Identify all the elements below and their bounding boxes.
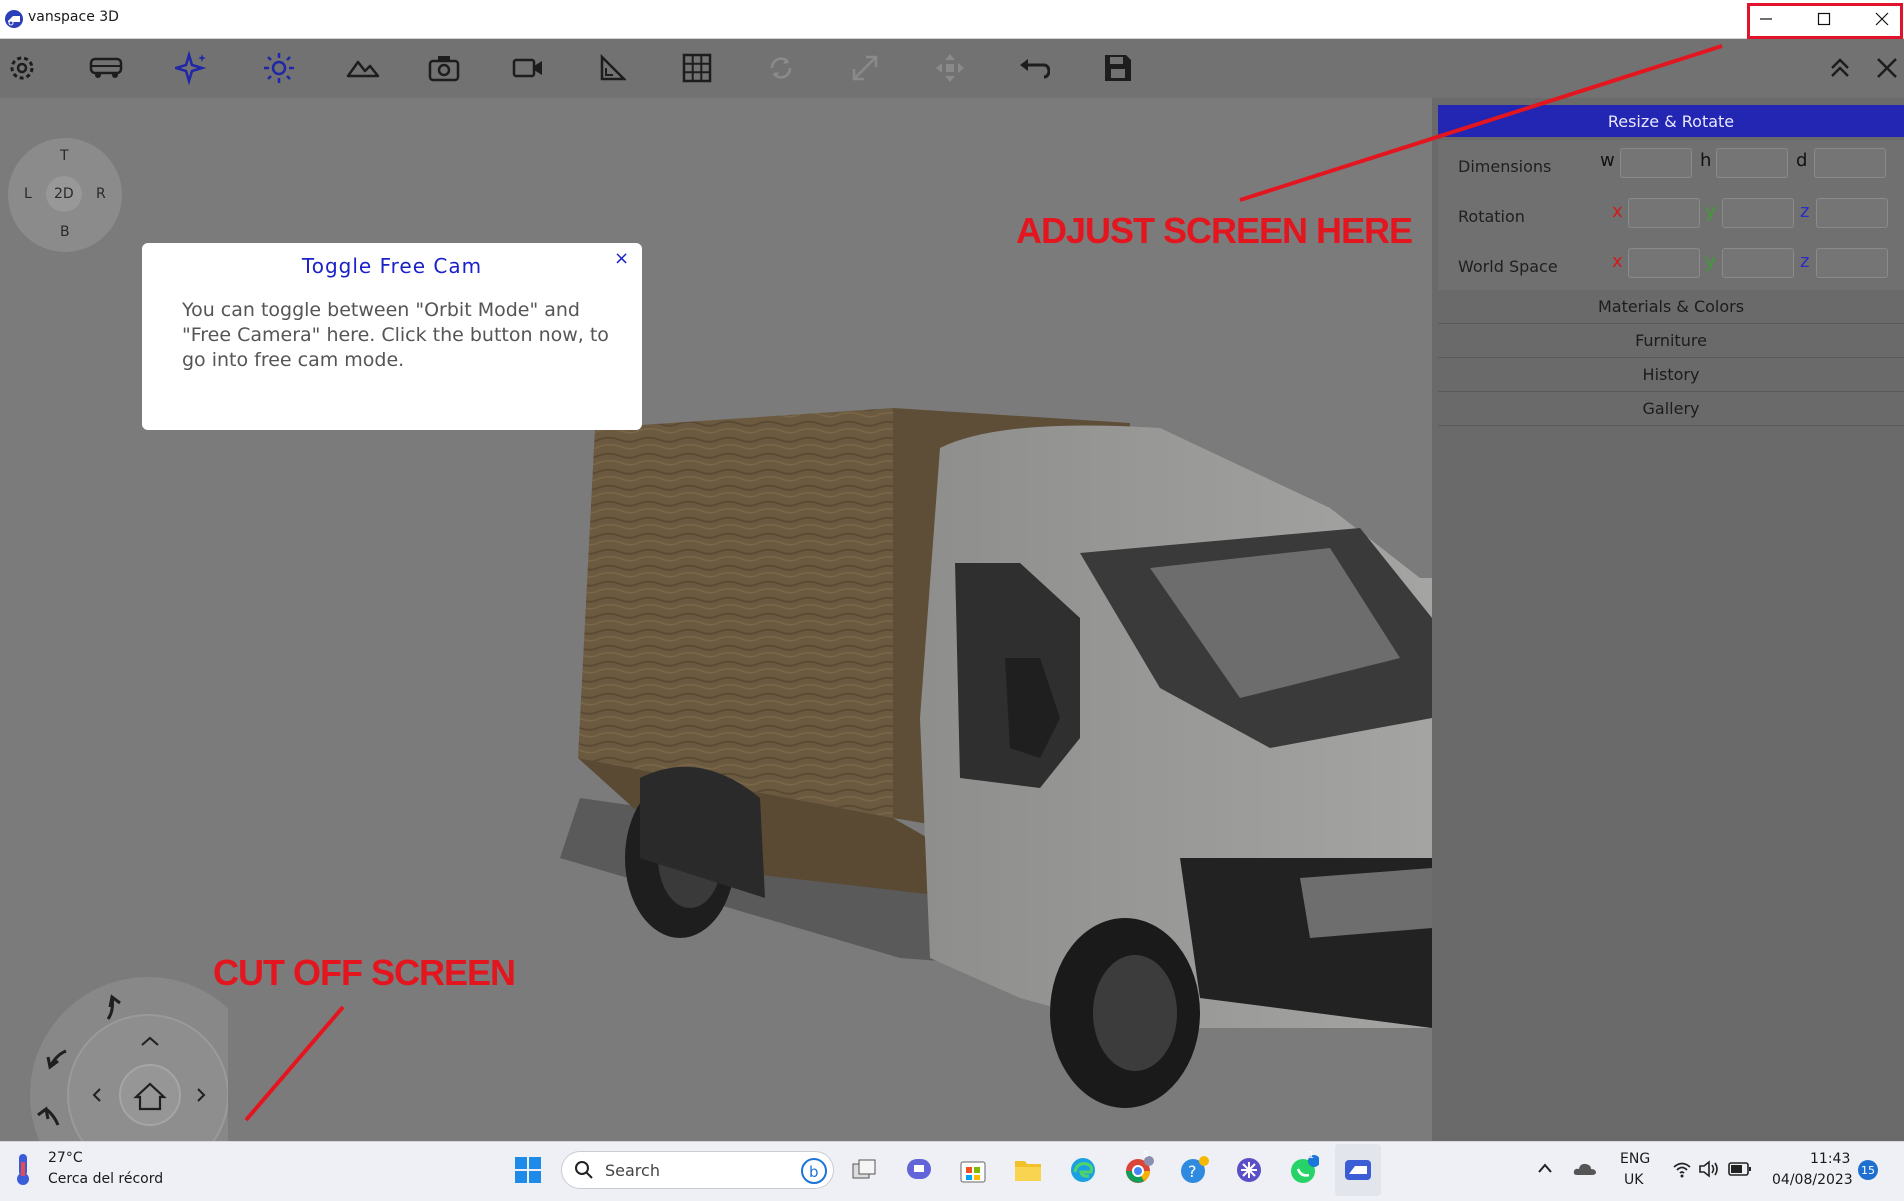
store-icon[interactable]: [953, 1150, 993, 1190]
help-icon[interactable]: ?: [1174, 1150, 1214, 1190]
file-explorer-icon[interactable]: [1008, 1150, 1048, 1190]
volume-icon[interactable]: [1698, 1160, 1720, 1182]
thermometer-icon[interactable]: [10, 1152, 36, 1190]
clock-date[interactable]: 04/08/2023: [1772, 1172, 1853, 1188]
region-label[interactable]: UK: [1624, 1172, 1643, 1188]
weather-temp[interactable]: 27°C: [48, 1150, 83, 1166]
search-placeholder: Search: [605, 1161, 660, 1180]
taskbar-search[interactable]: [561, 1151, 834, 1189]
vanspace-app-icon[interactable]: [1338, 1150, 1378, 1190]
edge-icon[interactable]: [1063, 1150, 1103, 1190]
clock-time[interactable]: 11:43: [1810, 1151, 1850, 1167]
teams-chat-icon[interactable]: [899, 1150, 939, 1190]
onedrive-icon[interactable]: [1572, 1160, 1598, 1182]
whatsapp-badge: 1: [1307, 1150, 1315, 1161]
chevron-up-icon[interactable]: [1536, 1160, 1554, 1182]
annotation-adjust-screen: ADJUST SCREEN HERE: [1016, 210, 1413, 251]
search-icon: [574, 1160, 594, 1184]
asterisk-app-icon[interactable]: [1229, 1150, 1269, 1190]
battery-icon[interactable]: [1728, 1161, 1752, 1181]
wifi-icon[interactable]: [1672, 1160, 1692, 1182]
taskbar: [0, 1141, 1904, 1201]
task-view-icon[interactable]: [844, 1150, 884, 1190]
svg-text:b: b: [809, 1163, 819, 1181]
start-icon[interactable]: [508, 1150, 548, 1190]
svg-text:?: ?: [1188, 1162, 1197, 1181]
chrome-icon[interactable]: [1119, 1150, 1159, 1190]
notification-badge[interactable]: 15: [1858, 1160, 1878, 1180]
weather-text[interactable]: Cerca del récord: [48, 1171, 163, 1187]
whatsapp-icon[interactable]: [1284, 1150, 1324, 1190]
bing-icon[interactable]: b: [800, 1157, 828, 1189]
annotation-lines: [244, 44, 1723, 1122]
annotation-cut-off: CUT OFF SCREEN: [213, 952, 516, 993]
chrome-badge: S: [1143, 1150, 1149, 1160]
language-label[interactable]: ENG: [1620, 1151, 1650, 1167]
